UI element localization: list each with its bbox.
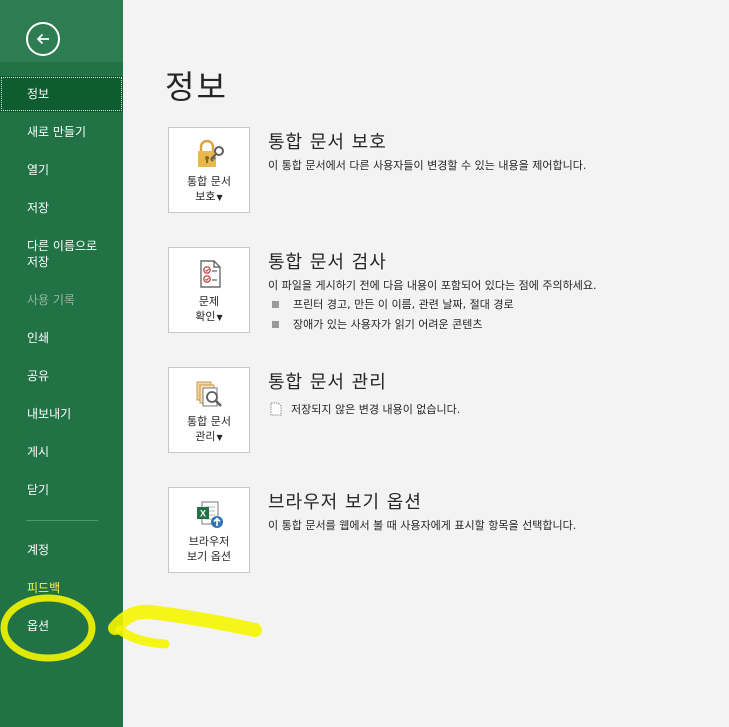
section-title-inspect: 통합 문서 검사 xyxy=(268,252,387,273)
excel-backstage: 정보 새로 만들기 열기 저장 다른 이름으로 저장 사용 기록 인쇄 공유 내… xyxy=(0,0,729,727)
bullet-square-icon xyxy=(272,300,279,308)
sidebar-item-feedback[interactable]: 피드백 xyxy=(0,580,123,596)
sidebar-item-save[interactable]: 저장 xyxy=(0,200,123,216)
sidebar-item-history: 사용 기록 xyxy=(0,292,123,308)
lock-key-icon xyxy=(192,136,226,172)
section-desc-inspect: 이 파일을 게시하기 전에 다음 내용이 포함되어 있다는 점에 주의하세요. xyxy=(268,279,597,292)
back-area xyxy=(0,0,123,62)
sidebar-item-label: 정보 xyxy=(27,87,50,101)
sidebar-item-label: 공유 xyxy=(27,369,50,383)
inspect-document-icon xyxy=(192,256,226,292)
tile-label-line2: 보호 xyxy=(195,190,216,203)
tile-label-line1: 통합 문서 xyxy=(187,175,231,188)
back-button[interactable] xyxy=(26,22,60,56)
section-title-protect: 통합 문서 보호 xyxy=(268,132,387,153)
browser-view-options-button[interactable]: X 브라우저 보기 옵션 xyxy=(168,487,250,573)
document-icon xyxy=(269,402,283,416)
manage-versions-icon xyxy=(192,376,226,412)
sidebar-item-label: 옵션 xyxy=(27,619,50,633)
sidebar-item-label: 열기 xyxy=(27,163,50,177)
sidebar-item-options[interactable]: 옵션 xyxy=(0,618,123,634)
sidebar-item-open[interactable]: 열기 xyxy=(0,162,123,178)
manage-workbook-button[interactable]: 통합 문서 관리▼ xyxy=(168,367,250,453)
tile-label: 브라우저 보기 옵션 xyxy=(187,534,231,564)
info-pane: 정보 통합 문서 보호▼ 통합 문서 보호 이 통합 문서에서 다른 사용자들이… xyxy=(123,0,729,727)
sidebar-item-publish[interactable]: 게시 xyxy=(0,444,123,460)
sidebar-item-label: 계정 xyxy=(27,543,50,557)
tile-label-line2: 보기 옵션 xyxy=(187,550,231,563)
tile-label-line2: 관리 xyxy=(195,430,216,443)
svg-text:X: X xyxy=(200,509,206,519)
backstage-sidebar: 정보 새로 만들기 열기 저장 다른 이름으로 저장 사용 기록 인쇄 공유 내… xyxy=(0,0,123,727)
sidebar-item-label: 사용 기록 xyxy=(27,293,75,307)
sidebar-item-label: 새로 만들기 xyxy=(27,125,87,139)
manage-status: 저장되지 않은 변경 내용이 없습니다. xyxy=(269,401,460,417)
sidebar-item-label: 내보내기 xyxy=(27,407,72,421)
sidebar-item-export[interactable]: 내보내기 xyxy=(0,406,123,422)
tile-label: 문제 확인▼ xyxy=(195,294,222,325)
caret-down-icon: ▼ xyxy=(216,192,223,202)
tile-label: 통합 문서 관리▼ xyxy=(187,414,231,445)
back-arrow-icon xyxy=(36,33,49,45)
sidebar-divider xyxy=(26,520,98,521)
bullet-square-icon xyxy=(272,320,279,328)
caret-down-icon: ▼ xyxy=(216,312,223,322)
manage-status-text: 저장되지 않은 변경 내용이 없습니다. xyxy=(291,403,461,416)
sidebar-item-label: 닫기 xyxy=(27,483,50,497)
sidebar-item-save-as[interactable]: 다른 이름으로 저장 xyxy=(0,238,123,270)
inspect-bullet-2: 장애가 있는 사용자가 읽기 어려운 콘텐츠 xyxy=(272,316,483,332)
sidebar-item-account[interactable]: 계정 xyxy=(0,542,123,558)
bullet-text: 프린터 경고, 만든 이 이름, 관련 날짜, 절대 경로 xyxy=(293,298,514,311)
tile-label-line1: 통합 문서 xyxy=(187,415,231,428)
tile-label-line1: 브라우저 xyxy=(188,535,230,548)
bullet-text: 장애가 있는 사용자가 읽기 어려운 콘텐츠 xyxy=(293,318,483,331)
page-title: 정보 xyxy=(165,68,228,106)
section-desc-browser: 이 통합 문서를 웹에서 볼 때 사용자에게 표시할 항목을 선택합니다. xyxy=(268,519,577,532)
sidebar-item-label: 게시 xyxy=(27,445,50,459)
sidebar-item-label: 다른 이름으로 저장 xyxy=(27,239,98,269)
caret-down-icon: ▼ xyxy=(216,432,223,442)
section-title-manage: 통합 문서 관리 xyxy=(268,372,387,393)
excel-browser-icon: X xyxy=(192,496,226,532)
sidebar-item-close[interactable]: 닫기 xyxy=(0,482,123,498)
tile-label-line1: 문제 xyxy=(198,295,220,308)
sidebar-item-label: 인쇄 xyxy=(27,331,50,345)
protect-workbook-button[interactable]: 통합 문서 보호▼ xyxy=(168,127,250,213)
sidebar-item-share[interactable]: 공유 xyxy=(0,368,123,384)
tile-label: 통합 문서 보호▼ xyxy=(187,174,231,205)
inspect-bullet-1: 프린터 경고, 만든 이 이름, 관련 날짜, 절대 경로 xyxy=(272,296,514,312)
sidebar-item-info[interactable]: 정보 xyxy=(0,76,123,112)
sidebar-item-new[interactable]: 새로 만들기 xyxy=(0,124,123,140)
section-desc-protect: 이 통합 문서에서 다른 사용자들이 변경할 수 있는 내용을 제어합니다. xyxy=(268,159,587,172)
tile-label-line2: 확인 xyxy=(195,310,216,323)
sidebar-item-label: 저장 xyxy=(27,201,50,215)
sidebar-item-print[interactable]: 인쇄 xyxy=(0,330,123,346)
sidebar-item-label: 피드백 xyxy=(27,581,61,595)
section-title-browser: 브라우저 보기 옵션 xyxy=(268,492,422,513)
check-issues-button[interactable]: 문제 확인▼ xyxy=(168,247,250,333)
